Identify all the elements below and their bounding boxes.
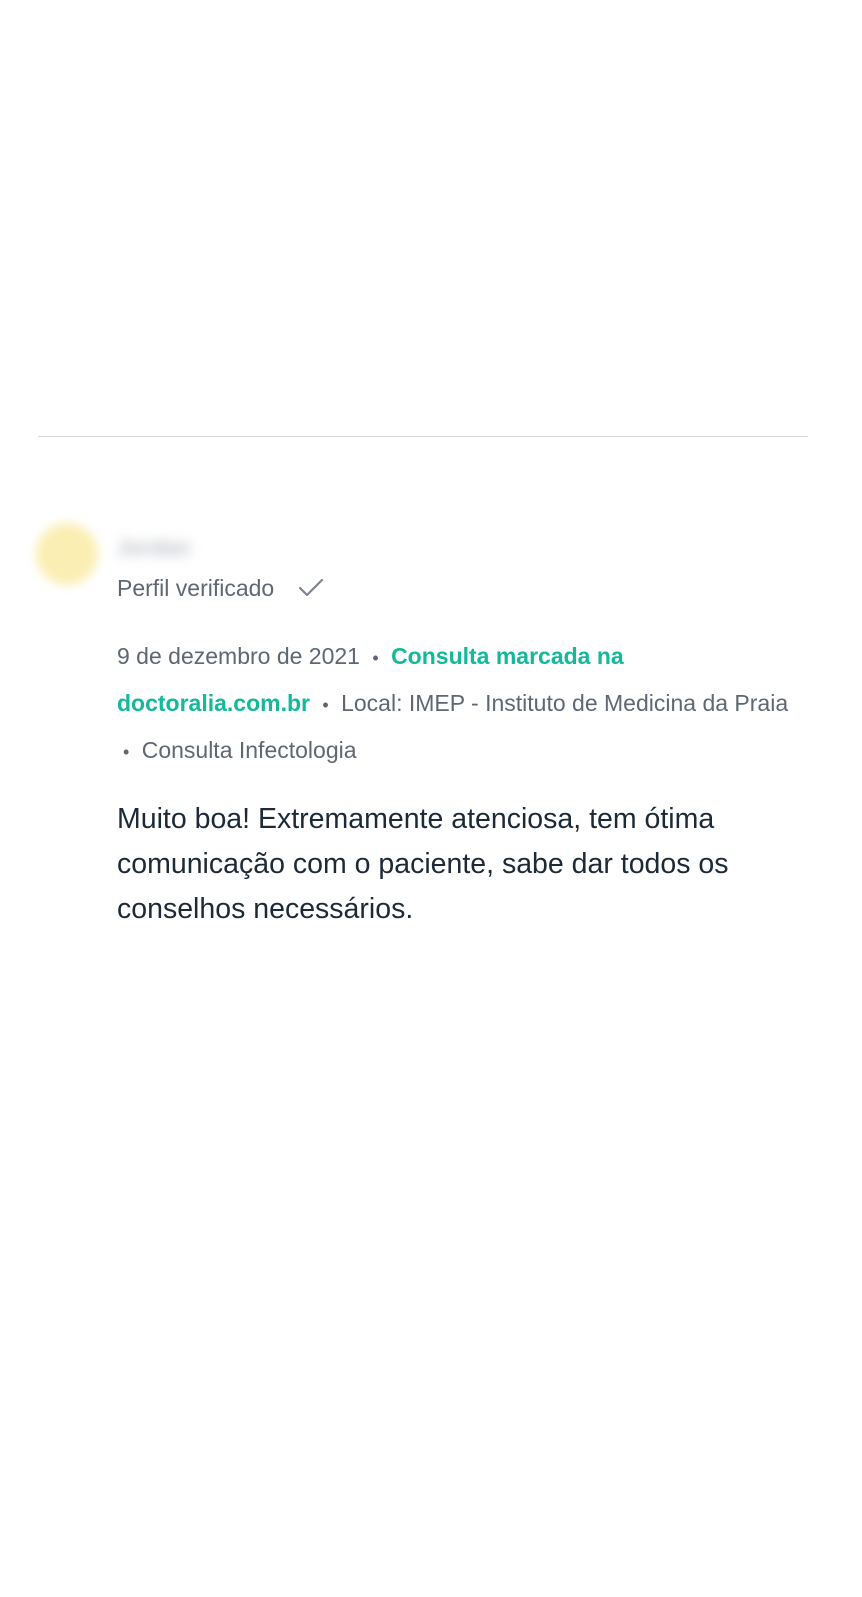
meta-separator: • <box>322 695 329 715</box>
review-comment: Muito boa! Extremamente atenciosa, tem ó… <box>117 803 729 925</box>
review-card: Jordan Perfil verificado 9 de dezembro d… <box>117 530 797 932</box>
visit-type: Consulta Infectologia <box>141 737 357 763</box>
review-location: Local: IMEP - Instituto de Medicina da P… <box>341 690 789 716</box>
verified-label: Perfil verificado <box>117 574 275 601</box>
section-divider <box>38 436 808 437</box>
check-icon <box>298 577 324 599</box>
avatar <box>36 523 98 585</box>
verified-profile: Perfil verificado <box>117 572 797 604</box>
meta-separator: • <box>123 742 130 762</box>
review-date: 9 de dezembro de 2021 <box>117 643 360 669</box>
author-name: Jordan <box>117 535 191 560</box>
review-meta: 9 de dezembro de 2021 • Consulta marcada… <box>117 634 797 775</box>
meta-separator: • <box>372 648 379 668</box>
